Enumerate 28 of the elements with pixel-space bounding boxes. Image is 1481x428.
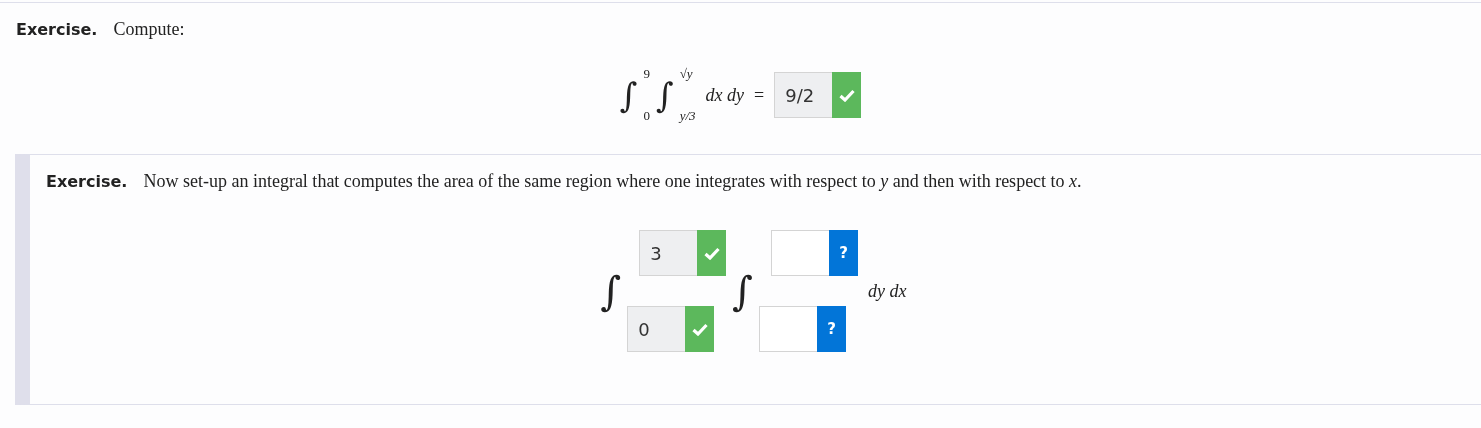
exercise-prompt: Compute: xyxy=(113,19,185,40)
upper-limit: √y xyxy=(679,66,694,82)
hint-button[interactable]: ? xyxy=(817,306,847,352)
answer-field[interactable] xyxy=(759,306,818,352)
lower-limit: y/3 xyxy=(679,108,696,124)
check-icon xyxy=(703,246,720,260)
integral-sign: ∫ xyxy=(732,271,754,311)
integral-sign: ∫ xyxy=(656,78,674,112)
differentials: dx dy xyxy=(705,84,745,106)
exercise-label: Exercise. xyxy=(46,172,128,191)
lower-limit: 0 xyxy=(643,108,650,124)
answer-field[interactable]: 3 xyxy=(639,230,698,276)
correct-button[interactable] xyxy=(685,306,715,352)
answer-field[interactable]: 0 xyxy=(627,306,686,352)
upper-limit: 9 xyxy=(643,66,650,82)
correct-button[interactable] xyxy=(697,230,727,276)
check-icon xyxy=(691,322,708,336)
exercise-prompt: Now set-up an integral that computes the area of the same region where one integrates with respect to y and then with respect to x. xyxy=(143,171,1082,192)
integral-sign: ∫ xyxy=(619,78,638,112)
check-icon xyxy=(838,88,855,102)
answer-field[interactable] xyxy=(771,230,830,276)
integral-sign: ∫ xyxy=(600,271,622,311)
hint-button[interactable]: ? xyxy=(829,230,859,276)
correct-button[interactable] xyxy=(832,72,862,118)
exercise-label: Exercise. xyxy=(16,20,98,39)
answer-field[interactable]: 9/2 xyxy=(774,72,833,118)
equals-sign: = xyxy=(754,84,765,106)
differentials: dy dx xyxy=(868,280,907,302)
